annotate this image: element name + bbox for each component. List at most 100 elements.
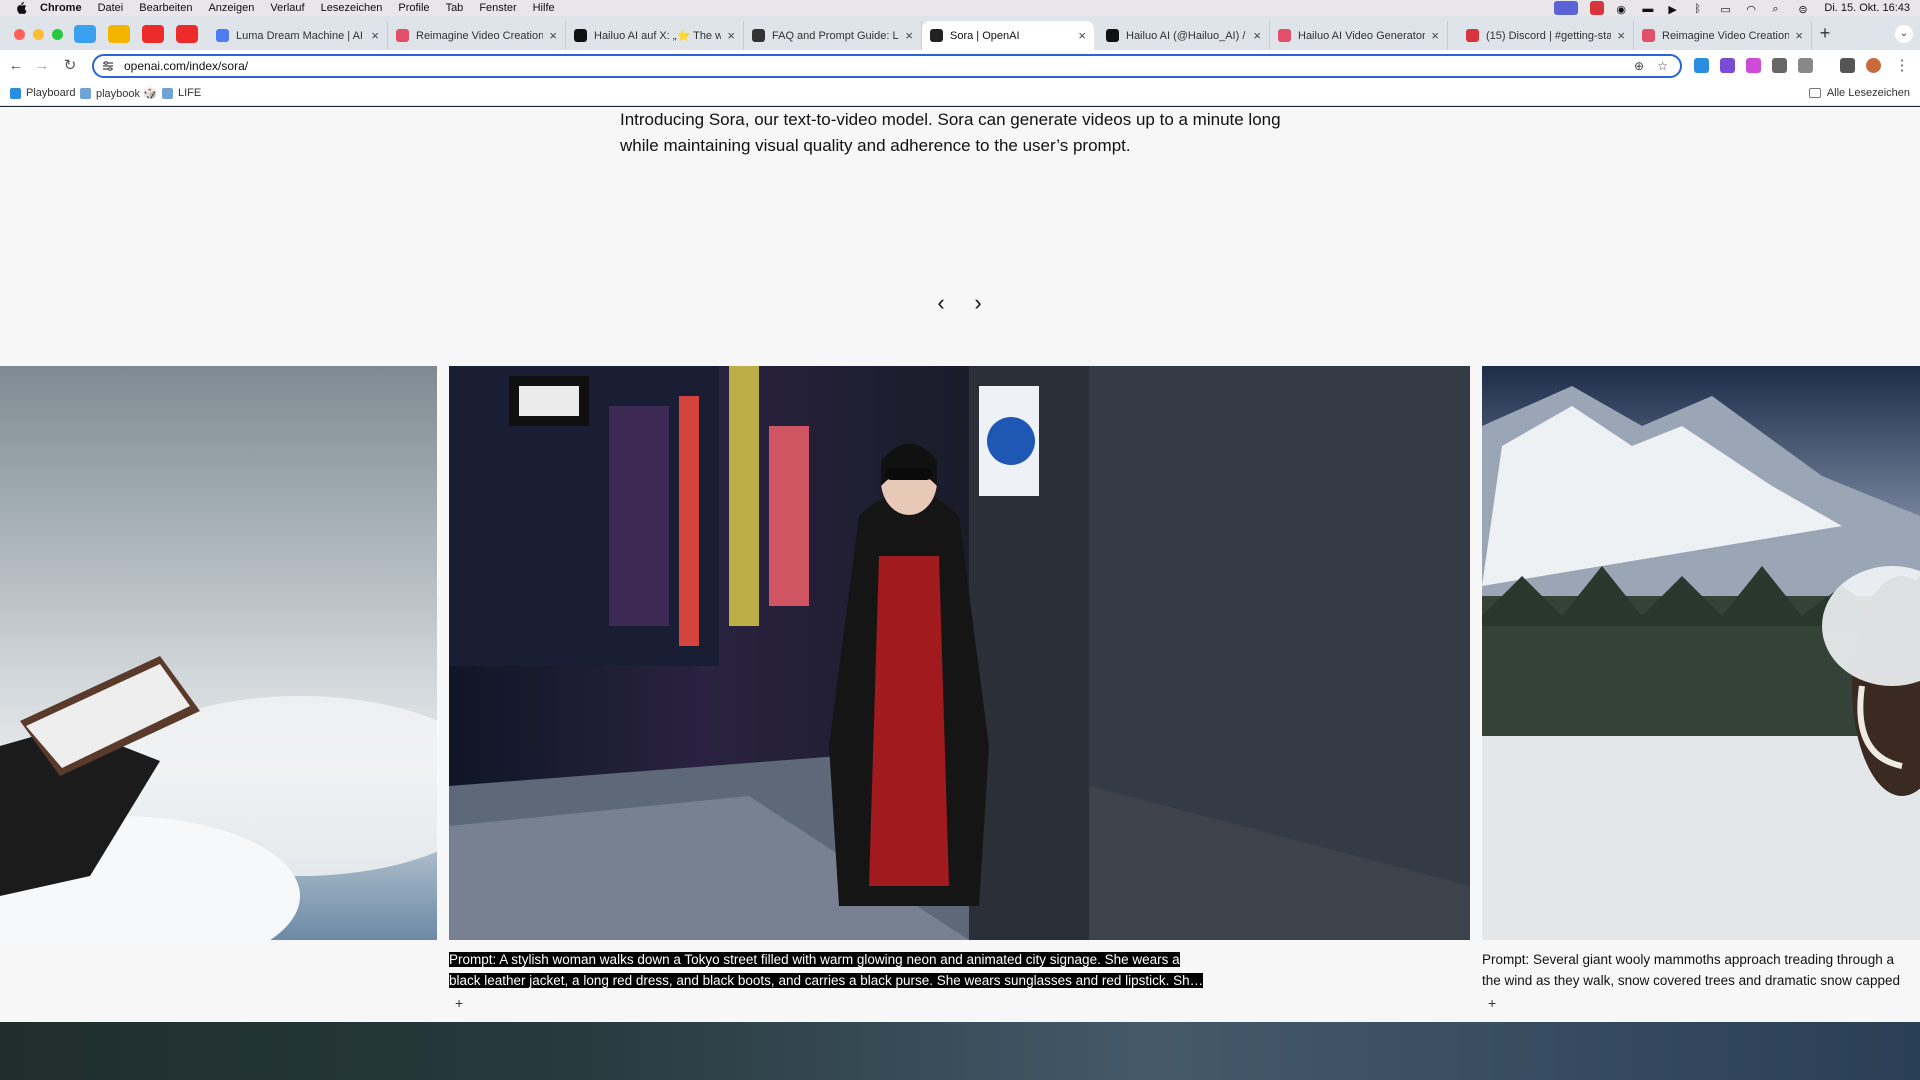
- tab-favicon: [752, 29, 765, 42]
- tab-close-icon[interactable]: ×: [549, 28, 557, 43]
- tab-close-icon[interactable]: ×: [1617, 28, 1625, 43]
- wifi-icon[interactable]: ◠: [1746, 3, 1760, 16]
- carousel-next-button[interactable]: ›: [967, 292, 989, 314]
- extension-1-icon[interactable]: [1694, 58, 1709, 73]
- apple-logo-icon[interactable]: [14, 2, 28, 14]
- menu-profile[interactable]: Profile: [398, 2, 429, 14]
- tab-close-icon[interactable]: ×: [727, 28, 735, 43]
- carousel-prev-button[interactable]: ‹: [930, 292, 952, 314]
- menu-fenster[interactable]: Fenster: [479, 2, 516, 14]
- tab-faq-prompt-guide[interactable]: FAQ and Prompt Guide: Lum ×: [744, 21, 922, 50]
- pinned-tab-1[interactable]: [74, 25, 96, 43]
- profile-avatar[interactable]: [1866, 58, 1881, 73]
- status-globe-icon[interactable]: ◉: [1616, 3, 1630, 16]
- bookmark-label: Playboard: [26, 87, 76, 99]
- screen-share-icon[interactable]: [1554, 1, 1579, 15]
- site-settings-icon[interactable]: [102, 60, 114, 72]
- next-section-hero-image: [0, 1022, 1920, 1080]
- minimize-window-button[interactable]: [33, 29, 44, 40]
- zoom-icon[interactable]: ⊕: [1634, 59, 1644, 73]
- tab-reimagine-1[interactable]: Reimagine Video Creation : S ×: [388, 21, 566, 50]
- tab-title: Hailuo AI auf X: „⭐ The wait: [594, 30, 722, 42]
- bookmark-star-icon[interactable]: ☆: [1657, 59, 1668, 73]
- record-icon[interactable]: [1590, 1, 1605, 15]
- tab-title: Reimagine Video Creation : S: [1662, 29, 1790, 42]
- tab-discord[interactable]: (15) Discord | #getting-starte ×: [1458, 21, 1634, 50]
- video-card-tokyo[interactable]: [449, 366, 1470, 940]
- video-frame-tokyo-street: [449, 366, 1470, 940]
- close-window-button[interactable]: [14, 29, 25, 40]
- tab-hailuo-x[interactable]: Hailuo AI auf X: „⭐ The wait ×: [566, 21, 744, 50]
- sora-page: Introducing Sora, our text-to-video mode…: [0, 107, 1920, 1022]
- zoom-window-button[interactable]: [52, 29, 63, 40]
- pinned-tab-youtube-2[interactable]: [176, 25, 198, 43]
- expand-prompt-button[interactable]: +: [455, 995, 463, 1011]
- bookmark-favicon-icon: [10, 87, 21, 99]
- spotlight-search-icon[interactable]: ⌕: [1772, 3, 1786, 15]
- bookmarks-bar: Playboard playbook 🎲 LIFE Alle Lesezeich…: [0, 82, 1920, 106]
- folder-icon: [162, 87, 173, 99]
- window-controls: [14, 29, 63, 40]
- tab-title: Hailuo AI Video Generator – R: [1298, 29, 1426, 42]
- tab-close-icon[interactable]: ×: [1078, 28, 1086, 43]
- tab-search-chevron-icon[interactable]: ⌄: [1895, 25, 1913, 43]
- menu-datei[interactable]: Datei: [98, 2, 124, 14]
- menu-app-chrome[interactable]: Chrome: [40, 2, 82, 14]
- extension-2-icon[interactable]: [1720, 58, 1735, 73]
- status-play-icon[interactable]: ▶: [1668, 3, 1682, 16]
- pinned-tab-2[interactable]: [108, 25, 130, 43]
- tab-title: FAQ and Prompt Guide: Lum: [772, 29, 899, 42]
- reading-list-icon[interactable]: [1840, 58, 1855, 73]
- tab-favicon: [1466, 29, 1479, 42]
- bookmark-playbook[interactable]: playbook 🎲: [80, 87, 157, 100]
- tab-close-icon[interactable]: ×: [1253, 28, 1261, 43]
- new-tab-button[interactable]: +: [1815, 23, 1835, 43]
- tab-sora-openai[interactable]: Sora | OpenAI ×: [922, 21, 1094, 50]
- tab-hailuo-generator[interactable]: Hailuo AI Video Generator – R ×: [1270, 21, 1448, 50]
- tab-favicon: [1278, 29, 1291, 42]
- tab-close-icon[interactable]: ×: [1795, 28, 1803, 43]
- battery-icon[interactable]: ▭: [1720, 3, 1734, 16]
- forward-arrow-icon[interactable]: →: [32, 56, 52, 76]
- tab-close-icon[interactable]: ×: [905, 28, 913, 43]
- menu-anzeigen[interactable]: Anzeigen: [208, 2, 254, 14]
- pinned-tab-youtube[interactable]: [142, 25, 164, 43]
- tab-hailuo-twitter[interactable]: Hailuo AI (@Hailuo_AI) / X ×: [1098, 21, 1270, 50]
- reload-icon[interactable]: ↻: [60, 56, 80, 76]
- url-input[interactable]: [124, 59, 1524, 73]
- status-menu-icon[interactable]: ▬: [1642, 3, 1656, 15]
- tab-close-icon[interactable]: ×: [1431, 28, 1439, 43]
- bluetooth-icon[interactable]: ᛒ: [1694, 3, 1708, 15]
- tab-title: Reimagine Video Creation : S: [416, 29, 544, 42]
- bookmark-playboard[interactable]: Playboard: [10, 87, 76, 99]
- video-frame-mammoths-snow: [1482, 386, 1920, 940]
- all-bookmarks-label: Alle Lesezeichen: [1826, 87, 1910, 99]
- video-card-mammoths[interactable]: [1482, 366, 1920, 940]
- address-bar[interactable]: ⊕ ☆: [92, 54, 1682, 78]
- tab-reimagine-2[interactable]: Reimagine Video Creation : S ×: [1634, 21, 1812, 50]
- tab-close-icon[interactable]: ×: [371, 28, 379, 43]
- all-bookmarks[interactable]: Alle Lesezeichen: [1808, 87, 1910, 99]
- menu-verlauf[interactable]: Verlauf: [270, 2, 304, 14]
- menubar-clock[interactable]: Di. 15. Okt. 16:43: [1824, 2, 1910, 14]
- tab-favicon: [930, 29, 943, 42]
- menu-hilfe[interactable]: Hilfe: [533, 2, 555, 14]
- expand-prompt-button-right[interactable]: +: [1488, 995, 1496, 1011]
- tab-favicon: [396, 29, 409, 42]
- extension-4-icon[interactable]: [1772, 58, 1787, 73]
- folder-icon: [80, 88, 91, 99]
- menu-tab[interactable]: Tab: [446, 2, 464, 14]
- extension-3-icon[interactable]: [1746, 58, 1761, 73]
- tab-luma[interactable]: Luma Dream Machine | AI Vid ×: [208, 21, 388, 50]
- prompt-text-mammoths: Prompt: Several giant wooly mammoths app…: [1482, 949, 1920, 991]
- menubar-status-area: ◉ ▬ ▶ ᛒ ▭ ◠ ⌕ ⊜ Di. 15. Okt. 16:43: [1554, 0, 1910, 16]
- control-center-icon[interactable]: ⊜: [1798, 3, 1812, 16]
- extensions-puzzle-icon[interactable]: [1798, 58, 1813, 73]
- tab-favicon: [574, 29, 587, 42]
- menu-bearbeiten[interactable]: Bearbeiten: [139, 2, 192, 14]
- video-card-left[interactable]: [0, 366, 437, 940]
- chrome-menu-icon[interactable]: ⋮: [1892, 56, 1912, 76]
- bookmark-life[interactable]: LIFE: [162, 87, 201, 99]
- back-arrow-icon[interactable]: ←: [6, 56, 26, 76]
- menu-lesezeichen[interactable]: Lesezeichen: [321, 2, 383, 14]
